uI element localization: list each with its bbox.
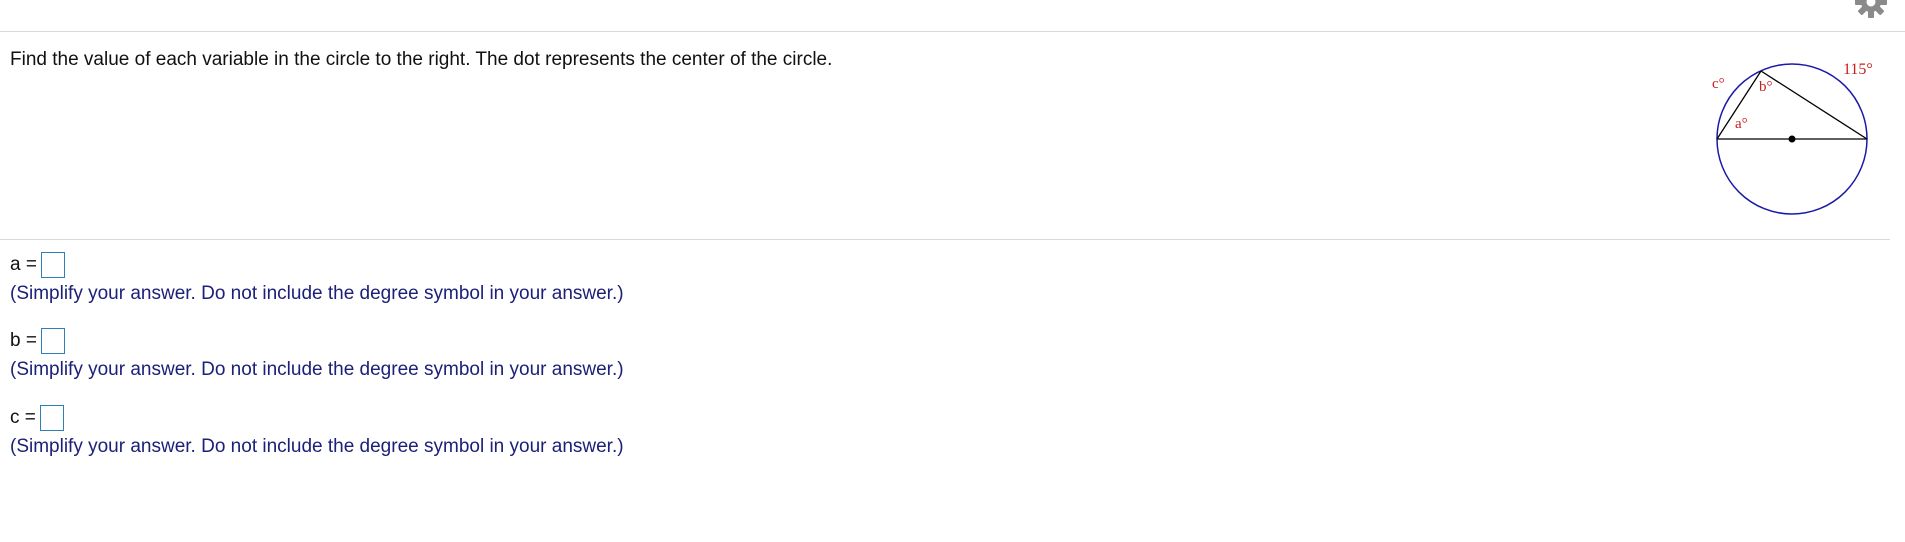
answer-b-label: b = — [10, 330, 37, 351]
section-divider — [0, 239, 1890, 240]
answer-a-hint: (Simplify your answer. Do not include th… — [10, 283, 624, 304]
answer-c-input[interactable] — [39, 405, 64, 431]
chord-right — [1760, 70, 1868, 140]
center-dot — [1788, 135, 1796, 143]
gear-icon[interactable] — [1855, 0, 1887, 18]
top-divider — [0, 31, 1905, 32]
label-b: b° — [1759, 79, 1773, 95]
answer-c-section: c = (Simplify your answer. Do not includ… — [10, 404, 624, 458]
circle-figure: 115° c° b° a° — [1712, 61, 1873, 215]
answer-b-input[interactable] — [40, 328, 65, 354]
answer-a-input[interactable] — [40, 252, 65, 278]
answer-a-label: a = — [10, 254, 37, 275]
question-text: Find the value of each variable in the c… — [10, 49, 833, 70]
answer-c-label: c = — [10, 407, 36, 428]
answer-c-hint: (Simplify your answer. Do not include th… — [10, 436, 624, 457]
answer-a-section: a = (Simplify your answer. Do not includ… — [10, 251, 624, 305]
answer-b-hint: (Simplify your answer. Do not include th… — [10, 359, 624, 380]
label-c: c° — [1712, 76, 1725, 92]
label-a: a° — [1735, 116, 1748, 132]
answer-b-section: b = (Simplify your answer. Do not includ… — [10, 327, 624, 381]
label-arc-115: 115° — [1843, 61, 1873, 78]
